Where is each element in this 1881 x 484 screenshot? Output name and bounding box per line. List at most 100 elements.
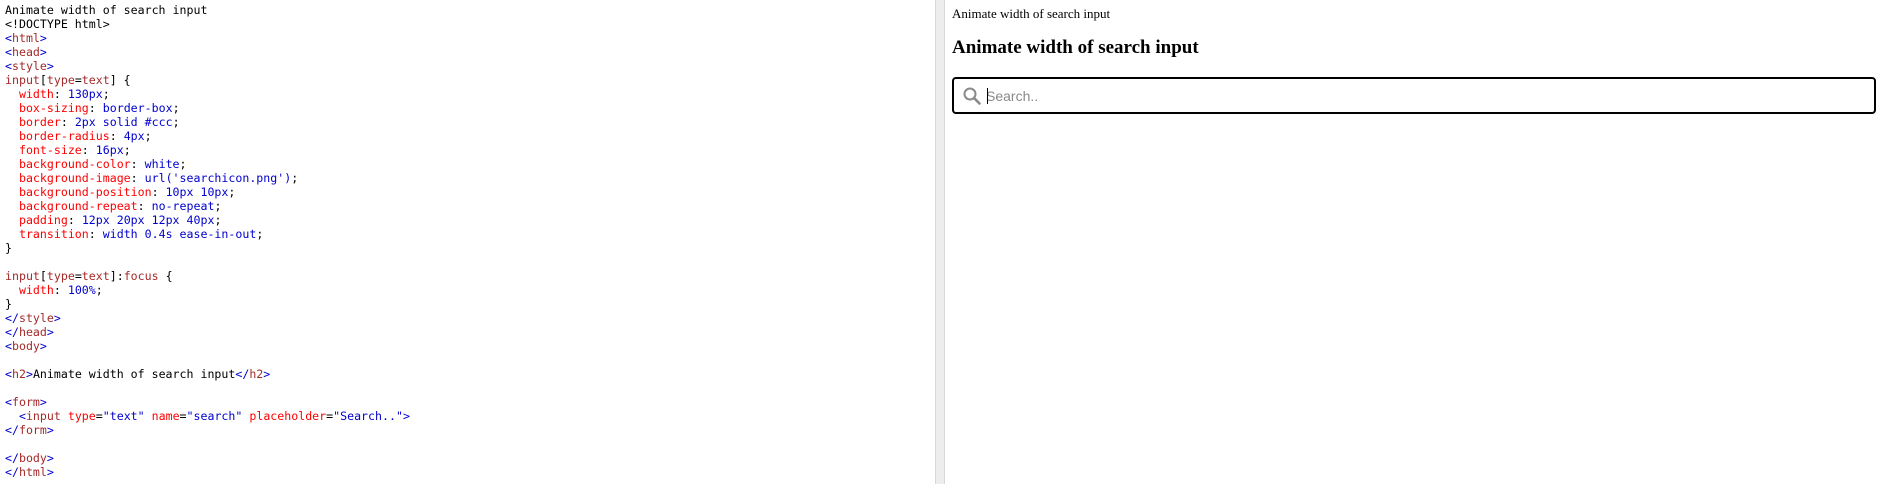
code-editor[interactable]: Animate width of search input <!DOCTYPE h… [0, 0, 935, 479]
code-token: < [5, 59, 12, 73]
code-token: name [151, 409, 180, 423]
code-token: > [263, 367, 271, 381]
code-token: body [11, 339, 40, 353]
code-editor-pane[interactable]: Animate width of search input <!DOCTYPE h… [0, 0, 935, 484]
code-token: background-color [18, 157, 131, 171]
code-line: </body> [5, 451, 935, 465]
code-line: } [5, 241, 935, 255]
code-token: ; [228, 185, 236, 199]
code-token: ; [179, 157, 187, 171]
code-line: width: 100%; [5, 283, 935, 297]
code-token: : [137, 199, 152, 213]
code-token: 10px 10px [165, 185, 229, 199]
code-line: padding: 12px 20px 12px 40px; [5, 213, 935, 227]
code-token: ; [214, 199, 222, 213]
code-token: head [11, 45, 40, 59]
code-token: > [46, 451, 54, 465]
code-token: < [18, 409, 26, 423]
code-token: ; [214, 213, 222, 227]
code-token: ; [291, 171, 299, 185]
code-token: head [18, 325, 47, 339]
code-token: 2px solid #ccc [74, 115, 173, 129]
code-token: body [18, 451, 47, 465]
code-token: <!DOCTYPE html> [5, 17, 110, 31]
code-token: 12px 20px 12px 40px [81, 213, 215, 227]
code-token: style [18, 311, 54, 325]
result-heading: Animate width of search input [952, 37, 1199, 58]
code-token: > [46, 325, 54, 339]
code-token: style [11, 59, 47, 73]
code-token: > [46, 59, 54, 73]
code-token: : [88, 227, 103, 241]
code-token: no-repeat [151, 199, 215, 213]
code-token: background-position [18, 185, 152, 199]
code-token: background-image [18, 171, 131, 185]
code-token: : [53, 283, 68, 297]
search-field[interactable] [952, 77, 1876, 114]
search-icon [963, 87, 981, 105]
code-line: <head> [5, 45, 935, 59]
code-token: } [5, 241, 12, 255]
code-token: border-box [102, 101, 173, 115]
result-page-title: Animate width of search input [952, 6, 1111, 21]
code-token: form [11, 395, 40, 409]
code-token: [ [39, 269, 47, 283]
code-token: 16px [95, 143, 124, 157]
code-line: <input type="text" name="search" placeho… [5, 409, 935, 423]
code-token: > [46, 423, 54, 437]
code-line: </form> [5, 423, 935, 437]
code-line: background-repeat: no-repeat; [5, 199, 935, 213]
code-token: </ [5, 311, 19, 325]
code-token: background-repeat [18, 199, 138, 213]
code-token: width [18, 87, 54, 101]
code-token: font-size [18, 143, 82, 157]
code-token: ; [172, 115, 180, 129]
code-token: form [18, 423, 47, 437]
pane-splitter[interactable] [935, 0, 945, 484]
code-token: </ [5, 465, 19, 479]
code-token: text [81, 269, 110, 283]
code-token: </ [235, 367, 250, 381]
code-token: padding [18, 213, 68, 227]
code-token: = [179, 409, 187, 423]
code-token: > [402, 409, 410, 423]
code-token: ; [95, 283, 103, 297]
code-token: "search" [186, 409, 243, 423]
tryit-editor: Animate width of search input <!DOCTYPE h… [0, 0, 1881, 484]
code-token: > [39, 395, 47, 409]
code-token: > [39, 45, 47, 59]
code-token: : [151, 185, 166, 199]
code-token: html [11, 31, 40, 45]
code-token: url('searchicon.png') [144, 171, 292, 185]
code-token: transition [18, 227, 89, 241]
code-token: = [74, 269, 82, 283]
code-line: </head> [5, 325, 935, 339]
code-token: ; [172, 101, 180, 115]
code-token: </ [5, 423, 19, 437]
code-token: } [5, 297, 12, 311]
code-token: "Search.." [333, 409, 403, 423]
code-token: input [5, 73, 40, 87]
search-input[interactable] [985, 79, 1868, 112]
code-token: > [39, 31, 47, 45]
code-line: background-position: 10px 10px; [5, 185, 935, 199]
code-token: </ [5, 451, 19, 465]
code-line: width: 130px; [5, 87, 935, 101]
code-token: ; [144, 129, 152, 143]
code-token: text [81, 73, 110, 87]
code-line: border: 2px solid #ccc; [5, 115, 935, 129]
code-line: <style> [5, 59, 935, 73]
code-token: focus [123, 269, 159, 283]
code-token: : [81, 143, 96, 157]
